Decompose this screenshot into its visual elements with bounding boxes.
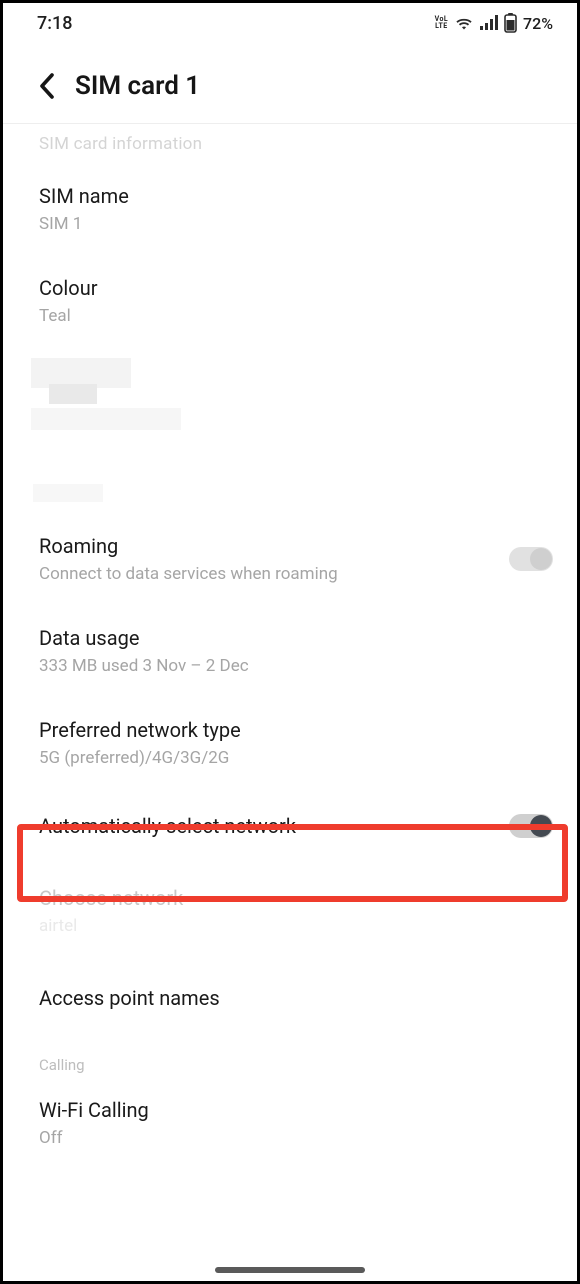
status-bar: 7:18 VoL LTE 72% bbox=[3, 3, 577, 43]
item-sub: Connect to data services when roaming bbox=[39, 564, 509, 584]
item-label: Colour bbox=[39, 276, 541, 300]
item-apn[interactable]: Access point names bbox=[3, 956, 577, 1030]
item-roaming[interactable]: Roaming Connect to data services when ro… bbox=[3, 512, 577, 604]
page-title: SIM card 1 bbox=[75, 71, 200, 101]
item-preferred-network[interactable]: Preferred network type 5G (preferred)/4G… bbox=[3, 696, 577, 788]
item-sub: 5G (preferred)/4G/3G/2G bbox=[39, 748, 541, 768]
item-label: Preferred network type bbox=[39, 718, 541, 742]
item-label: Automatically select network bbox=[39, 814, 509, 838]
page-header: SIM card 1 bbox=[3, 43, 577, 123]
redacted-block bbox=[3, 346, 577, 448]
item-colour[interactable]: Colour Teal bbox=[3, 254, 577, 346]
item-sim-name[interactable]: SIM name SIM 1 bbox=[3, 154, 577, 254]
auto-select-toggle[interactable] bbox=[509, 814, 553, 838]
section-calling: Calling bbox=[3, 1030, 577, 1080]
home-indicator[interactable] bbox=[215, 1267, 365, 1273]
item-label: Data usage bbox=[39, 626, 541, 650]
status-right: VoL LTE 72% bbox=[435, 13, 553, 33]
settings-list: SIM card information SIM name SIM 1 Colo… bbox=[3, 124, 577, 1168]
item-label: Choose network bbox=[39, 886, 541, 910]
back-icon[interactable] bbox=[37, 72, 57, 100]
battery-icon bbox=[504, 13, 517, 33]
roaming-toggle[interactable] bbox=[509, 547, 553, 571]
item-sub: 333 MB used 3 Nov – 2 Dec bbox=[39, 656, 541, 676]
item-label: Wi-Fi Calling bbox=[39, 1098, 541, 1122]
item-label: SIM name bbox=[39, 184, 541, 208]
item-auto-select-network[interactable]: Automatically select network bbox=[3, 788, 577, 864]
section-sim-info: SIM card information bbox=[3, 124, 577, 154]
item-label: Roaming bbox=[39, 534, 509, 558]
item-value: Teal bbox=[39, 306, 541, 326]
item-label: Access point names bbox=[39, 986, 541, 1010]
item-wifi-calling[interactable]: Wi-Fi Calling Off bbox=[3, 1080, 577, 1168]
battery-percent: 72% bbox=[523, 14, 553, 33]
status-time: 7:18 bbox=[37, 13, 72, 34]
redacted-section-label bbox=[3, 448, 577, 512]
volte-icon: VoL LTE bbox=[435, 16, 448, 30]
wifi-icon bbox=[454, 15, 474, 31]
item-data-usage[interactable]: Data usage 333 MB used 3 Nov – 2 Dec bbox=[3, 604, 577, 696]
item-sub: airtel bbox=[39, 916, 541, 936]
signal-icon bbox=[480, 15, 498, 31]
item-choose-network: Choose network airtel bbox=[3, 864, 577, 956]
item-sub: Off bbox=[39, 1128, 541, 1148]
item-value: SIM 1 bbox=[39, 214, 541, 234]
